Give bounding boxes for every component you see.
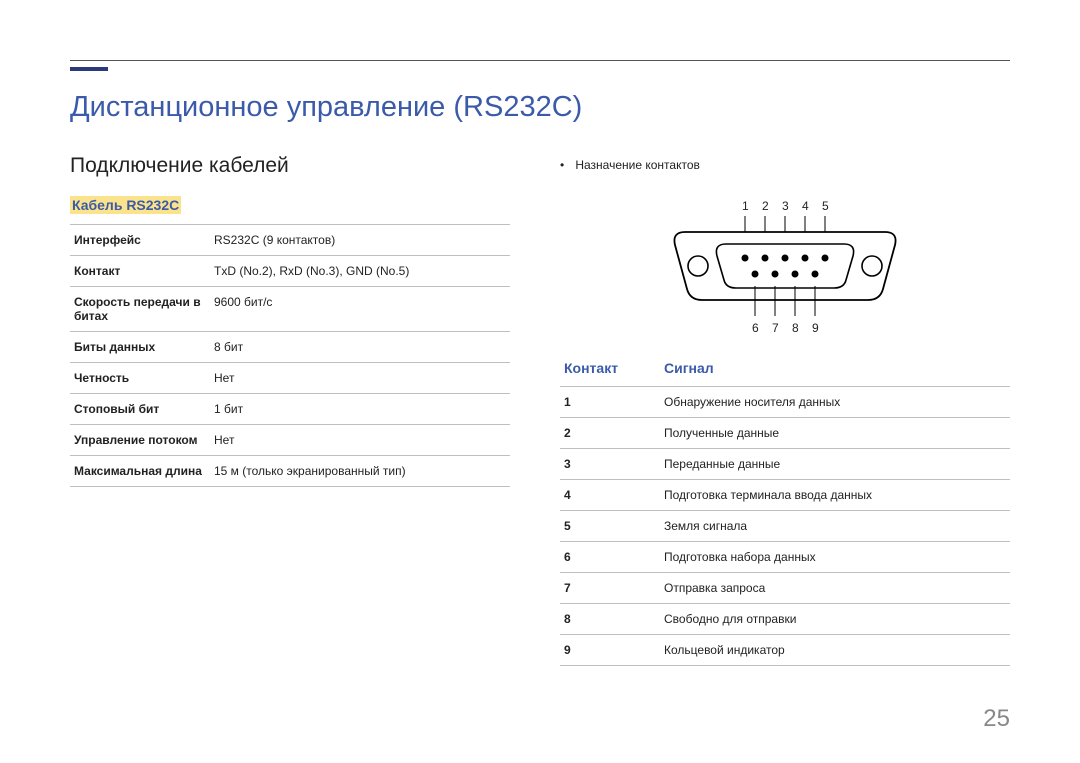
spec-value: Нет	[210, 425, 510, 456]
bullet-icon: •	[560, 158, 572, 172]
table-row: Стоповый бит1 бит	[70, 394, 510, 425]
pin-signal: Свободно для отправки	[660, 604, 1010, 635]
pin-number: 6	[560, 542, 660, 573]
pin-note-text: Назначение контактов	[575, 158, 700, 172]
connector-diagram: 12345	[560, 182, 1010, 342]
spec-key: Интерфейс	[70, 225, 210, 256]
spec-table: ИнтерфейсRS232C (9 контактов)КонтактTxD …	[70, 224, 510, 487]
pin-label-top: 1	[742, 199, 749, 213]
table-row: КонтактTxD (No.2), RxD (No.3), GND (No.5…	[70, 256, 510, 287]
table-row: 7Отправка запроса	[560, 573, 1010, 604]
spec-key: Управление потоком	[70, 425, 210, 456]
table-row: 8Свободно для отправки	[560, 604, 1010, 635]
spec-key: Контакт	[70, 256, 210, 287]
table-row: 9Кольцевой индикатор	[560, 635, 1010, 666]
table-row: 1Обнаружение носителя данных	[560, 387, 1010, 418]
pin-signal: Кольцевой индикатор	[660, 635, 1010, 666]
pin-signal: Отправка запроса	[660, 573, 1010, 604]
spec-key: Четность	[70, 363, 210, 394]
pin-label-top: 4	[802, 199, 809, 213]
accent-bar	[70, 67, 108, 71]
top-divider	[70, 60, 1010, 61]
table-row: Управление потокомНет	[70, 425, 510, 456]
pin-label-top: 3	[782, 199, 789, 213]
spec-value: 15 м (только экранированный тип)	[210, 456, 510, 487]
pin-label-bottom: 6	[752, 321, 759, 335]
pin-signal: Подготовка терминала ввода данных	[660, 480, 1010, 511]
pin-label-bottom: 7	[772, 321, 779, 335]
spec-value: 8 бит	[210, 332, 510, 363]
table-row: Максимальная длина15 м (только экраниров…	[70, 456, 510, 487]
pin-label-bottom: 9	[812, 321, 819, 335]
right-column: • Назначение контактов 12345	[560, 154, 1010, 666]
pin-note: • Назначение контактов	[560, 158, 1010, 172]
spec-key: Стоповый бит	[70, 394, 210, 425]
pin-number: 9	[560, 635, 660, 666]
db9-connector-icon: 12345	[660, 182, 910, 342]
table-row: 2Полученные данные	[560, 418, 1010, 449]
spec-value: RS232C (9 контактов)	[210, 225, 510, 256]
spec-value: 9600 бит/с	[210, 287, 510, 332]
table-row: 3Переданные данные	[560, 449, 1010, 480]
table-row: ЧетностьНет	[70, 363, 510, 394]
pin-label-top: 2	[762, 199, 769, 213]
pin-col-signal: Сигнал	[660, 354, 1010, 387]
spec-value: TxD (No.2), RxD (No.3), GND (No.5)	[210, 256, 510, 287]
pin-number: 1	[560, 387, 660, 418]
pin-number: 2	[560, 418, 660, 449]
pin-number: 5	[560, 511, 660, 542]
pin-number: 4	[560, 480, 660, 511]
page: Дистанционное управление (RS232C) Подклю…	[0, 0, 1080, 706]
content-columns: Подключение кабелей Кабель RS232C Интерф…	[70, 154, 1010, 666]
table-row: 6Подготовка набора данных	[560, 542, 1010, 573]
pin-number: 7	[560, 573, 660, 604]
pin-number: 8	[560, 604, 660, 635]
section-title: Подключение кабелей	[70, 154, 510, 178]
spec-key: Скорость передачи в битах	[70, 287, 210, 332]
pin-signal: Подготовка набора данных	[660, 542, 1010, 573]
pin-signal: Полученные данные	[660, 418, 1010, 449]
page-number: 25	[983, 705, 1010, 733]
pin-table: Контакт Сигнал 1Обнаружение носителя дан…	[560, 354, 1010, 666]
spec-key: Максимальная длина	[70, 456, 210, 487]
pin-signal: Обнаружение носителя данных	[660, 387, 1010, 418]
pin-signal: Земля сигнала	[660, 511, 1010, 542]
pin-label-top: 5	[822, 199, 829, 213]
table-row: Скорость передачи в битах9600 бит/с	[70, 287, 510, 332]
spec-key: Биты данных	[70, 332, 210, 363]
spec-value: 1 бит	[210, 394, 510, 425]
pin-label-bottom: 8	[792, 321, 799, 335]
table-row: ИнтерфейсRS232C (9 контактов)	[70, 225, 510, 256]
pin-signal: Переданные данные	[660, 449, 1010, 480]
table-row: 4Подготовка терминала ввода данных	[560, 480, 1010, 511]
spec-value: Нет	[210, 363, 510, 394]
pin-number: 3	[560, 449, 660, 480]
page-title: Дистанционное управление (RS232C)	[70, 91, 1010, 124]
cable-title-highlight: Кабель RS232C	[70, 196, 181, 214]
table-row: Биты данных8 бит	[70, 332, 510, 363]
left-column: Подключение кабелей Кабель RS232C Интерф…	[70, 154, 510, 666]
pin-col-contact: Контакт	[560, 354, 660, 387]
table-row: 5Земля сигнала	[560, 511, 1010, 542]
